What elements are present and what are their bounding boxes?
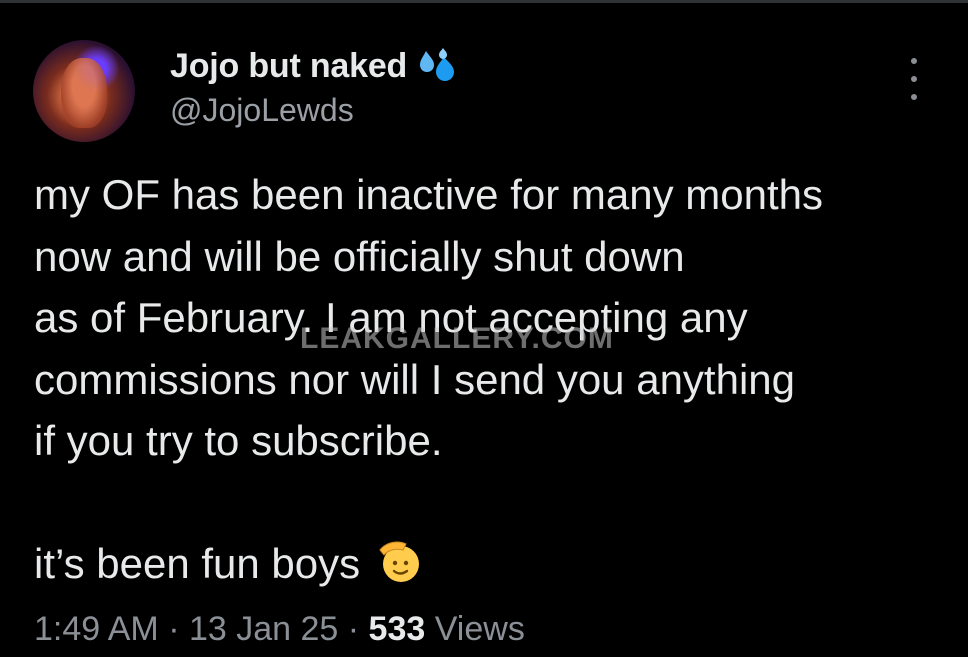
views-count: 533 [368, 610, 426, 648]
avatar[interactable] [33, 40, 135, 142]
tweet-text: my OF has been inactive for many months … [34, 164, 954, 595]
tweet-time[interactable]: 1:49 AM [34, 610, 159, 648]
author-name-row[interactable]: Jojo but naked [170, 44, 457, 88]
sweat-droplets-icon [420, 48, 455, 81]
saluting-face-icon [379, 541, 419, 582]
tweet-card: Jojo but naked @JojoLewds my OF has been… [0, 0, 968, 657]
tweet-text-line: as of February. I am not accepting any [34, 294, 748, 341]
views-label: Views [434, 610, 525, 648]
tweet-date[interactable]: 13 Jan 25 [189, 610, 338, 648]
tweet-meta: 1:49 AM · 13 Jan 25 · 533 Views [34, 610, 525, 649]
display-name[interactable]: Jojo but naked [170, 47, 407, 86]
tweet-text-line: now and will be officially shut down [34, 232, 685, 280]
tweet-text-line: commissions nor will I send you anything [34, 355, 796, 403]
meta-separator: · [338, 610, 369, 648]
tweet-text-line: my OF has been inactive for many months [34, 171, 823, 218]
top-divider [0, 0, 968, 3]
tweet-text-line: if you try to subscribe. [34, 417, 443, 464]
meta-separator: · [158, 610, 189, 648]
author-handle[interactable]: @JojoLewds [170, 92, 354, 129]
tweet-closing-text: it’s been fun boys [34, 540, 361, 587]
more-options-icon[interactable] [900, 58, 928, 100]
tweet-closing-line: it’s been fun boys [34, 533, 954, 595]
